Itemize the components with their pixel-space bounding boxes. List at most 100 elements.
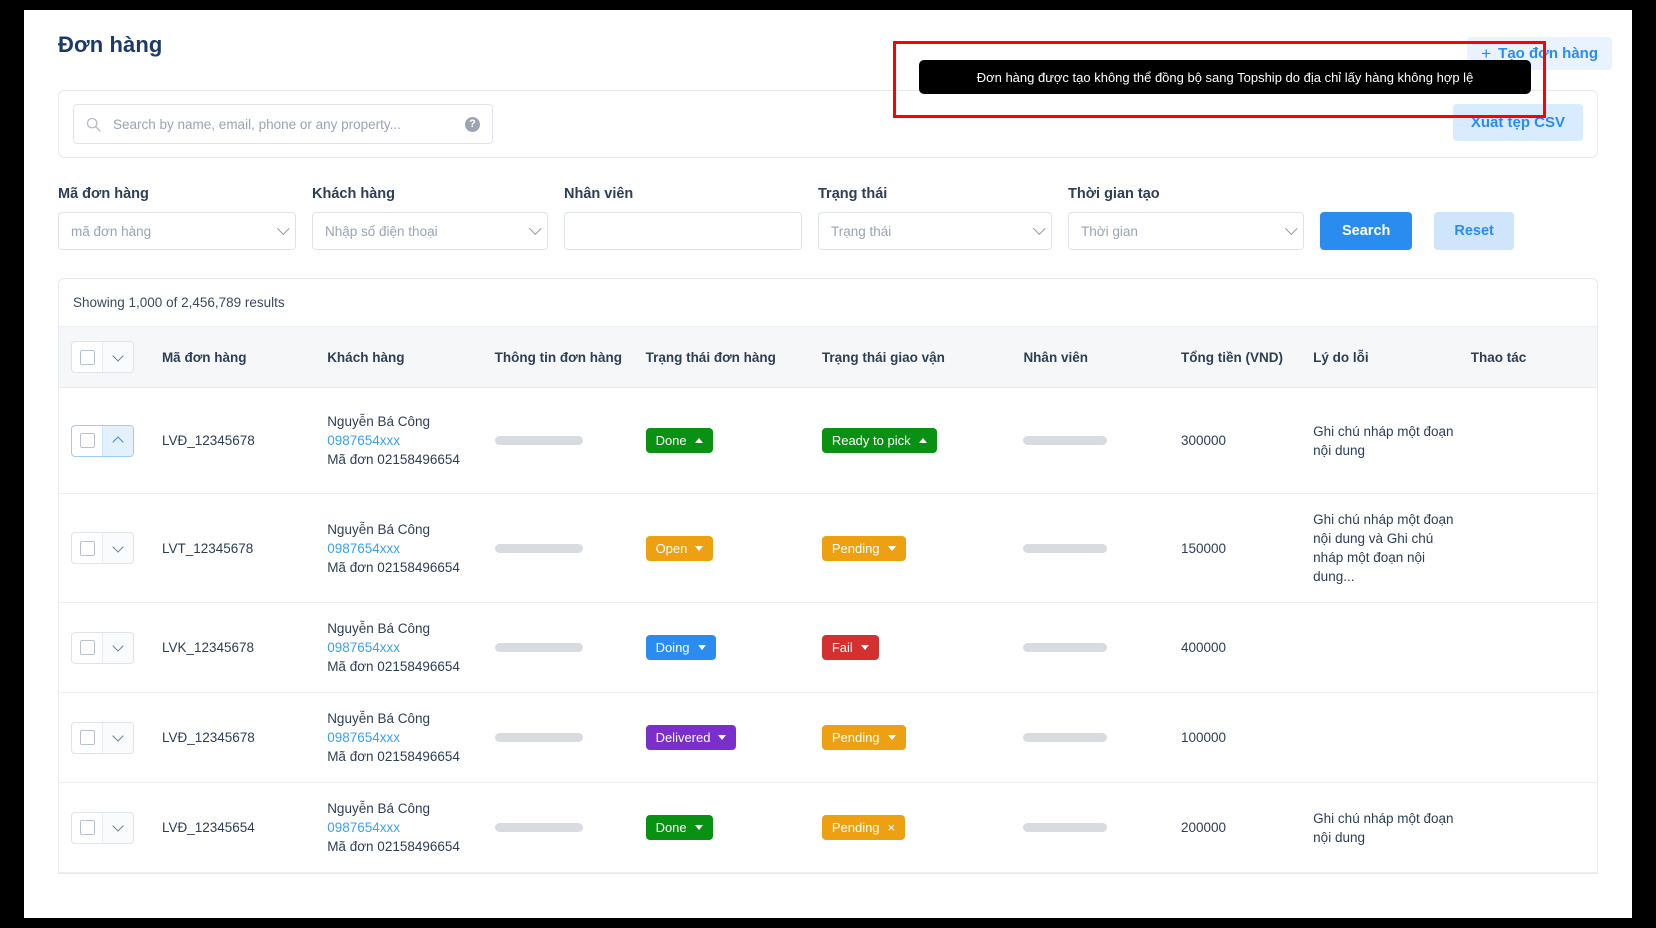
shipping-status-badge[interactable]: Fail bbox=[821, 635, 879, 660]
cell-actions[interactable] bbox=[1464, 692, 1597, 783]
cell-shipping-status: Fail bbox=[815, 602, 1018, 693]
select-all-dropdown[interactable] bbox=[102, 342, 133, 372]
shipping-status-badge[interactable]: Pending bbox=[821, 725, 906, 750]
row-checkbox[interactable] bbox=[72, 633, 102, 663]
customer-sub-code: Mã đơn 02158496654 bbox=[327, 559, 460, 575]
row-checkbox[interactable] bbox=[72, 723, 102, 753]
order-status-badge[interactable]: Open bbox=[645, 535, 714, 561]
filter-staff-input[interactable] bbox=[564, 212, 802, 250]
filter-status-select[interactable]: Trạng thái bbox=[818, 212, 1052, 250]
customer-sub-code: Mã đơn 02158496654 bbox=[327, 749, 460, 764]
row-select-group[interactable] bbox=[71, 532, 134, 564]
cell-total: 400000 bbox=[1174, 602, 1308, 693]
cell-staff bbox=[1017, 602, 1175, 693]
shipping-status-badge[interactable]: Ready to pick bbox=[821, 428, 937, 453]
row-checkbox[interactable] bbox=[72, 813, 102, 843]
results-card: Showing 1,000 of 2,456,789 results Mã đơ… bbox=[58, 278, 1598, 874]
cell-customer: Nguyễn Bá Công 0987654xxx Mã đơn 021584966… bbox=[321, 692, 489, 783]
row-select-cell bbox=[59, 387, 156, 494]
col-order-code: Mã đơn hàng bbox=[155, 327, 322, 388]
row-checkbox[interactable] bbox=[72, 426, 102, 456]
order-status-badge[interactable]: Done bbox=[645, 815, 713, 840]
table-row[interactable]: LVĐ_12345654 Nguyễn Bá Công 0987654xxx Mã đ… bbox=[59, 782, 1597, 873]
page-title: Đơn hàng bbox=[58, 32, 163, 57]
filter-created-at-select[interactable]: Thời gian bbox=[1068, 212, 1304, 250]
row-select-group[interactable] bbox=[71, 811, 134, 844]
row-expand-toggle[interactable] bbox=[102, 812, 133, 843]
cell-order-code: LVĐ_12345654 bbox=[155, 782, 322, 873]
row-checkbox[interactable] bbox=[72, 533, 102, 563]
sync-error-tooltip: Đơn hàng được tạo không thể đồng bộ sang… bbox=[919, 60, 1531, 94]
shipping-status-badge[interactable]: Pending bbox=[821, 535, 906, 561]
search-card: ? Xuất tệp CSV bbox=[58, 90, 1598, 158]
col-total: Tổng tiền (VND) bbox=[1174, 327, 1308, 388]
customer-sub-code: Mã đơn 02158496654 bbox=[327, 452, 460, 467]
shipping-status-badge[interactable]: Pending × bbox=[821, 815, 906, 840]
col-order-info: Thông tin đơn hàng bbox=[488, 327, 640, 388]
order-status-badge[interactable]: Done bbox=[645, 428, 713, 453]
filter-order-code-select[interactable]: mã đơn hàng bbox=[58, 212, 296, 250]
order-info-placeholder-bar bbox=[494, 436, 583, 445]
filter-staff: Nhân viên bbox=[564, 186, 802, 250]
app-window: Đơn hàng + Tạo đơn hàng ? Xuất tệp CSV M… bbox=[24, 10, 1632, 918]
export-csv-button[interactable]: Xuất tệp CSV bbox=[1452, 104, 1583, 141]
search-box[interactable]: ? bbox=[73, 104, 493, 144]
cell-shipping-status: Pending bbox=[815, 493, 1018, 603]
cell-actions[interactable] bbox=[1464, 782, 1597, 873]
row-select-group[interactable] bbox=[71, 631, 134, 664]
filter-customer-select[interactable]: Nhập số điện thoại bbox=[312, 212, 548, 250]
select-all-checkbox[interactable] bbox=[72, 342, 102, 372]
search-input[interactable] bbox=[111, 115, 465, 133]
error-reason-text: Ghi chú nháp một đoạn nội dung bbox=[1313, 423, 1454, 458]
col-order-status: Trạng thái đơn hàng bbox=[639, 327, 816, 388]
cell-shipping-status: Ready to pick bbox=[815, 387, 1018, 494]
cell-error-reason: Ghi chú nháp một đoạn nội dung và Ghi ch… bbox=[1307, 493, 1465, 603]
shipping-status-badge-label: Ready to pick bbox=[831, 433, 911, 448]
cell-actions[interactable] bbox=[1464, 602, 1597, 693]
customer-phone[interactable]: 0987654xxx bbox=[327, 539, 482, 558]
search-button[interactable]: Search bbox=[1320, 212, 1413, 250]
customer-sub-code: Mã đơn 02158496654 bbox=[327, 659, 460, 674]
customer-phone[interactable]: 0987654xxx bbox=[327, 638, 482, 657]
customer-name: Nguyễn Bá Công bbox=[327, 414, 431, 429]
table-row[interactable]: LVĐ_12345678 Nguyễn Bá Công 0987654xxx Mã đ… bbox=[59, 692, 1597, 783]
filter-customer-placeholder: Nhập số điện thoại bbox=[325, 223, 438, 239]
col-select bbox=[59, 327, 156, 388]
order-info-placeholder-bar bbox=[494, 543, 583, 553]
cell-order-info bbox=[488, 493, 640, 603]
row-expand-toggle[interactable] bbox=[102, 632, 133, 663]
row-expand-toggle[interactable] bbox=[102, 722, 133, 753]
cell-total: 300000 bbox=[1174, 387, 1308, 494]
row-expand-toggle[interactable] bbox=[102, 425, 133, 456]
filter-order-code: Mã đơn hàng mã đơn hàng bbox=[58, 186, 296, 250]
row-select-group[interactable] bbox=[71, 424, 134, 457]
order-info-placeholder-bar bbox=[494, 643, 583, 652]
cell-error-reason bbox=[1307, 602, 1465, 693]
customer-phone[interactable]: 0987654xxx bbox=[327, 728, 482, 747]
cell-shipping-status: Pending bbox=[815, 692, 1018, 783]
filter-status-label: Trạng thái bbox=[818, 186, 888, 202]
cell-order-info bbox=[488, 387, 640, 494]
cell-order-code: LVT_12345678 bbox=[155, 493, 322, 603]
help-circle-icon[interactable]: ? bbox=[465, 116, 480, 132]
cell-actions[interactable] bbox=[1464, 493, 1597, 603]
customer-name: Nguyễn Bá Công bbox=[327, 621, 431, 636]
table-row[interactable]: LVK_12345678 Nguyễn Bá Công 0987654xxx Mã đ… bbox=[59, 602, 1597, 693]
cell-staff bbox=[1017, 493, 1175, 603]
customer-sub-code: Mã đơn 02158496654 bbox=[327, 839, 460, 854]
order-info-placeholder-bar bbox=[494, 733, 583, 742]
customer-phone[interactable]: 0987654xxx bbox=[327, 431, 482, 450]
cell-order-status: Done bbox=[639, 782, 816, 873]
row-select-group[interactable] bbox=[71, 721, 134, 754]
table-row[interactable]: LVT_12345678 Nguyễn Bá Công 0987654xxx Mã đ… bbox=[59, 493, 1597, 603]
select-all-group[interactable] bbox=[71, 341, 134, 373]
cell-actions[interactable] bbox=[1464, 387, 1597, 494]
order-status-badge[interactable]: Doing bbox=[645, 635, 716, 660]
col-customer: Khách hàng bbox=[321, 327, 489, 388]
table-row[interactable]: LVĐ_12345678 Nguyễn Bá Công 0987654xxx Mã đ… bbox=[59, 387, 1597, 494]
reset-button[interactable]: Reset bbox=[1434, 212, 1514, 250]
customer-phone[interactable]: 0987654xxx bbox=[327, 818, 482, 837]
order-status-badge[interactable]: Delivered bbox=[645, 725, 737, 750]
row-expand-toggle[interactable] bbox=[102, 533, 133, 563]
filter-status: Trạng thái Trạng thái bbox=[818, 186, 1052, 250]
